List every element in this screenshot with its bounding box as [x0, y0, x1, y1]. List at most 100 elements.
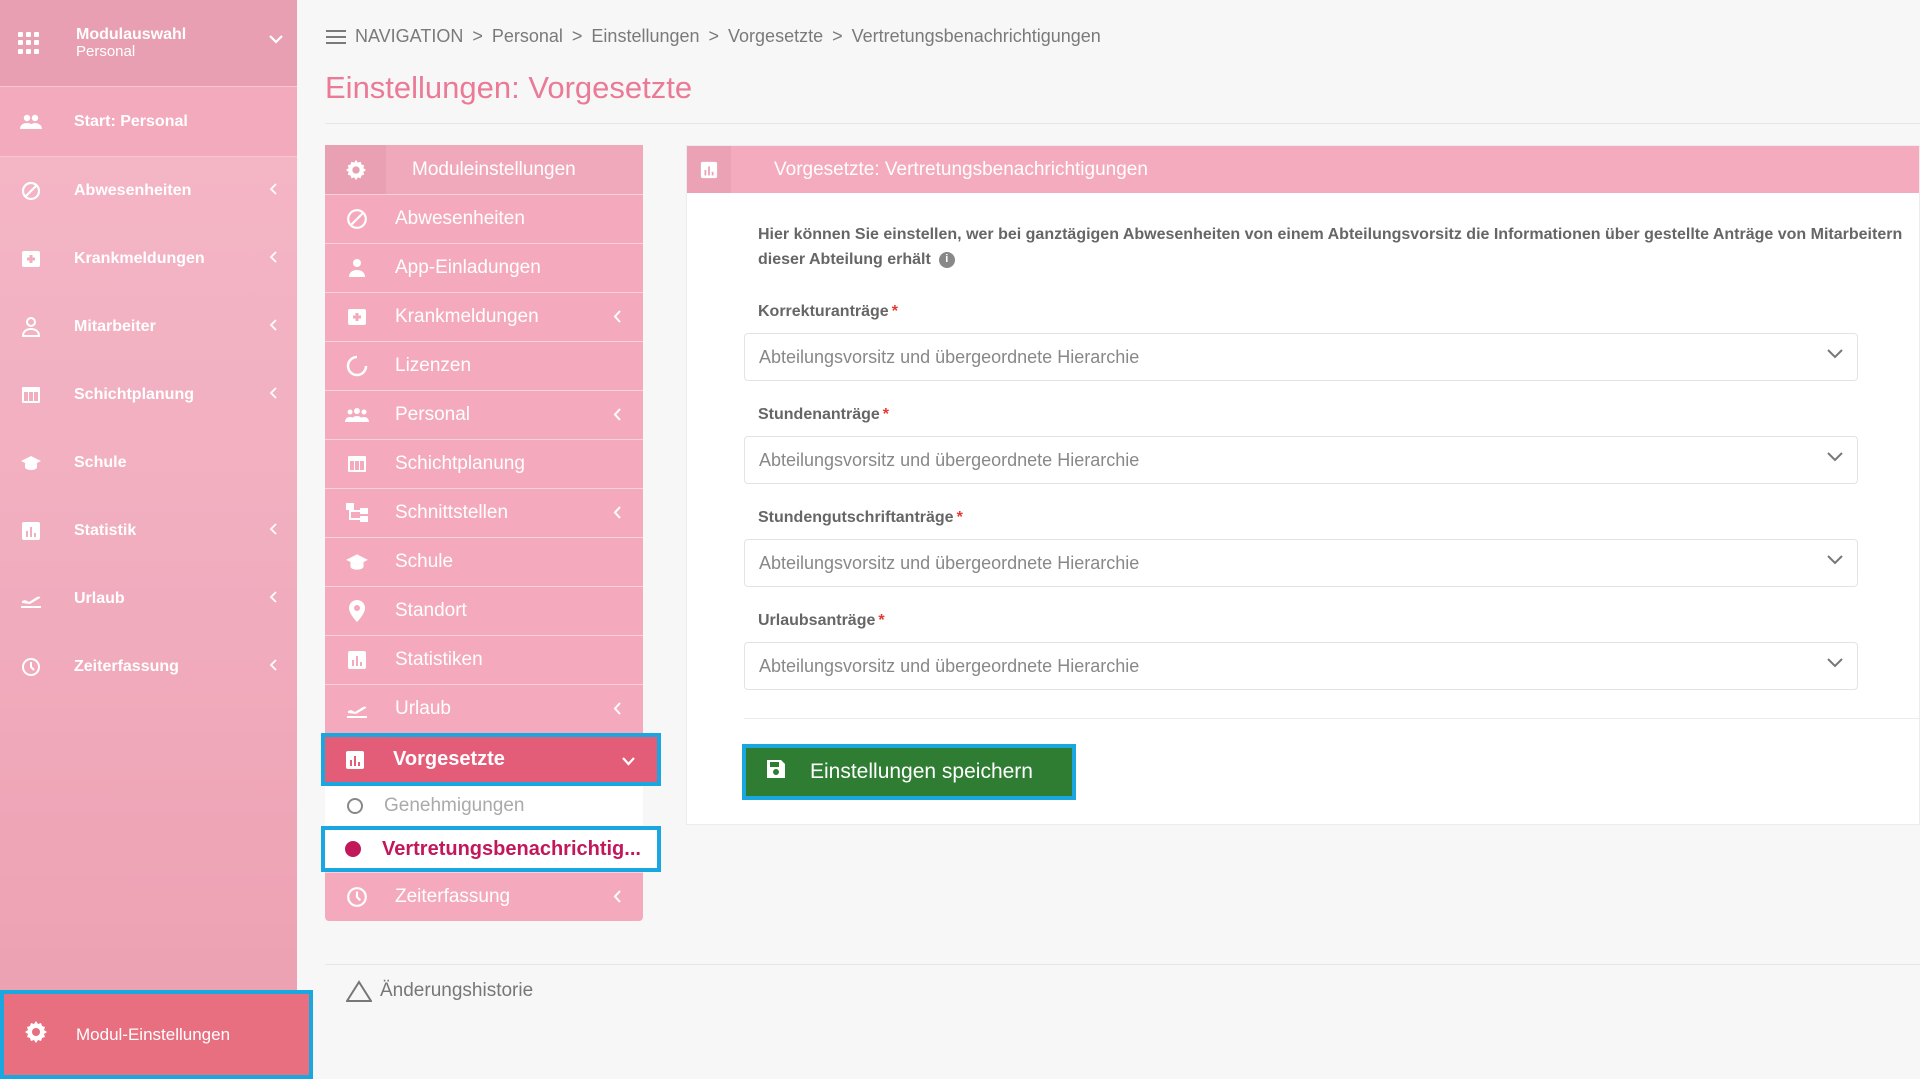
location-pin-icon: [345, 599, 369, 623]
medical-icon: [345, 305, 369, 329]
divider: [744, 718, 1920, 719]
chevron-left-icon: [269, 387, 277, 399]
settings-item-personal[interactable]: Personal: [325, 390, 643, 439]
sidebar-item-krankmeldungen[interactable]: Krankmeldungen: [0, 225, 297, 293]
plane-icon: [20, 588, 42, 610]
urlaubsantraege-select[interactable]: Abteilungsvorsitz und übergeordnete Hier…: [744, 642, 1858, 690]
sidebar-item-modul-einstellungen[interactable]: Modul-Einstellungen: [0, 990, 313, 1079]
change-history-label: Änderungshistorie: [380, 980, 534, 1001]
sidebar-item-abwesenheiten[interactable]: Abwesenheiten: [0, 157, 297, 225]
required-mark: *: [891, 303, 898, 320]
settings-item-standort[interactable]: Standort: [325, 586, 643, 635]
hamburger-menu-icon[interactable]: [326, 29, 346, 44]
settings-item-krankmeldungen[interactable]: Krankmeldungen: [325, 292, 643, 341]
field-label-text: Korrekturanträge: [758, 303, 889, 320]
field-label-text: Stundengutschriftanträge: [758, 509, 954, 526]
sidebar-item-schichtplanung[interactable]: Schichtplanung: [0, 361, 297, 429]
stundengutschriftantraege-select[interactable]: Abteilungsvorsitz und übergeordnete Hier…: [744, 539, 1858, 587]
sidebar-item-schule[interactable]: Schule: [0, 429, 297, 497]
clock-icon: [20, 656, 42, 678]
breadcrumb-separator-icon: >: [472, 26, 483, 46]
settings-item-label: Zeiterfassung: [395, 886, 511, 907]
field-label-urlaubsantraege: Urlaubsanträge *: [758, 612, 885, 630]
info-icon[interactable]: i: [938, 251, 955, 268]
settings-subitem-genehmigungen[interactable]: Genehmigungen: [325, 786, 643, 826]
change-history-toggle[interactable]: Änderungshistorie: [346, 980, 533, 1002]
stundenantraege-select[interactable]: Abteilungsvorsitz und übergeordnete Hier…: [744, 436, 1858, 484]
absence-icon: [345, 207, 369, 231]
chevron-down-icon: [269, 35, 283, 44]
field-label-text: Stundenanträge: [758, 406, 880, 423]
select-value: Abteilungsvorsitz und übergeordnete Hier…: [759, 449, 1140, 470]
gear-icon: [325, 145, 386, 194]
field-label-stundenantraege: Stundenanträge *: [758, 406, 889, 424]
chevron-left-icon: [613, 890, 621, 903]
field-label-stundengutschriftantraege: Stundengutschriftanträge *: [758, 509, 963, 527]
school-icon: [345, 550, 369, 574]
modul-einstellungen-label: Modul-Einstellungen: [76, 1024, 231, 1044]
chevron-left-icon: [613, 408, 621, 421]
filled-circle-icon: [345, 841, 361, 857]
divider: [325, 964, 1920, 965]
chevron-left-icon: [269, 591, 277, 603]
settings-item-zeiterfassung[interactable]: Zeiterfassung: [325, 872, 643, 921]
absence-icon: [20, 180, 42, 202]
breadcrumb-einstellungen[interactable]: Einstellungen: [591, 26, 699, 47]
settings-item-schule[interactable]: Schule: [325, 537, 643, 586]
settings-item-schnittstellen[interactable]: Schnittstellen: [325, 488, 643, 537]
module-select[interactable]: Modulauswahl Personal: [0, 0, 297, 86]
settings-item-label: Schnittstellen: [395, 502, 509, 523]
breadcrumb-personal[interactable]: Personal: [492, 26, 563, 47]
description-text: Hier können Sie einstellen, wer bei ganz…: [758, 226, 1903, 268]
module-select-title: Modulauswahl: [76, 26, 187, 43]
settings-item-abwesenheiten[interactable]: Abwesenheiten: [325, 194, 643, 243]
required-mark: *: [878, 612, 885, 629]
settings-menu-header: Moduleinstellungen: [325, 145, 643, 194]
korrekturantraege-select[interactable]: Abteilungsvorsitz und übergeordnete Hier…: [744, 333, 1858, 381]
chart-icon: [345, 648, 369, 672]
settings-item-label: App-Einladungen: [395, 257, 541, 278]
sidebar-item-statistik[interactable]: Statistik: [0, 497, 297, 565]
breadcrumb-vorgesetzte[interactable]: Vorgesetzte: [728, 26, 823, 47]
field-label-text: Urlaubsanträge: [758, 612, 876, 629]
panel-title: Vorgesetzte: Vertretungsbenachrichtigung…: [774, 158, 1148, 180]
chart-icon: [687, 146, 731, 193]
sidebar-item-label: Krankmeldungen: [74, 250, 205, 267]
warning-triangle-icon: [346, 980, 372, 1002]
settings-item-statistiken[interactable]: Statistiken: [325, 635, 643, 684]
chevron-left-icon: [269, 183, 277, 195]
sidebar-item-start-personal[interactable]: Start: Personal: [0, 86, 297, 157]
settings-item-urlaub[interactable]: Urlaub: [325, 684, 643, 733]
settings-item-schichtplanung[interactable]: Schichtplanung: [325, 439, 643, 488]
breadcrumb-navigation[interactable]: NAVIGATION: [355, 26, 463, 47]
required-mark: *: [882, 406, 890, 423]
settings-item-label: Krankmeldungen: [395, 306, 539, 327]
sidebar-item-mitarbeiter[interactable]: Mitarbeiter: [0, 293, 297, 361]
settings-item-vorgesetzte[interactable]: Vorgesetzte: [321, 733, 661, 786]
sidebar-item-label: Schule: [74, 454, 127, 471]
plane-icon: [345, 697, 369, 721]
settings-item-lizenzen[interactable]: Lizenzen: [325, 341, 643, 390]
breadcrumb: NAVIGATION > Personal > Einstellungen > …: [326, 26, 1101, 47]
sidebar-item-zeiterfassung[interactable]: Zeiterfassung: [0, 633, 297, 701]
sidebar-item-label: Mitarbeiter: [74, 318, 156, 335]
school-icon: [20, 452, 42, 474]
sidebar-item-label: Zeiterfassung: [74, 658, 179, 675]
settings-item-label: Urlaub: [395, 698, 451, 719]
breadcrumb-separator-icon: >: [708, 26, 720, 46]
sidebar-item-urlaub[interactable]: Urlaub: [0, 565, 297, 633]
chevron-down-icon: [1827, 555, 1843, 565]
chart-icon: [343, 748, 367, 772]
settings-item-label: Schichtplanung: [395, 453, 525, 474]
chevron-left-icon: [269, 523, 277, 535]
sidebar-item-label: Abwesenheiten: [74, 182, 192, 199]
settings-subitem-vertretungsbenachrichtigungen[interactable]: Vertretungsbenachrichtig...: [321, 826, 661, 872]
settings-item-label: Statistiken: [395, 649, 483, 670]
people-icon: [345, 403, 369, 427]
people-icon: [20, 111, 42, 133]
chevron-left-icon: [269, 319, 277, 331]
chevron-down-icon: [1827, 658, 1843, 668]
save-settings-button[interactable]: Einstellungen speichern: [742, 744, 1076, 800]
settings-item-app-einladungen[interactable]: App-Einladungen: [325, 243, 643, 292]
calendar-icon: [345, 452, 369, 476]
